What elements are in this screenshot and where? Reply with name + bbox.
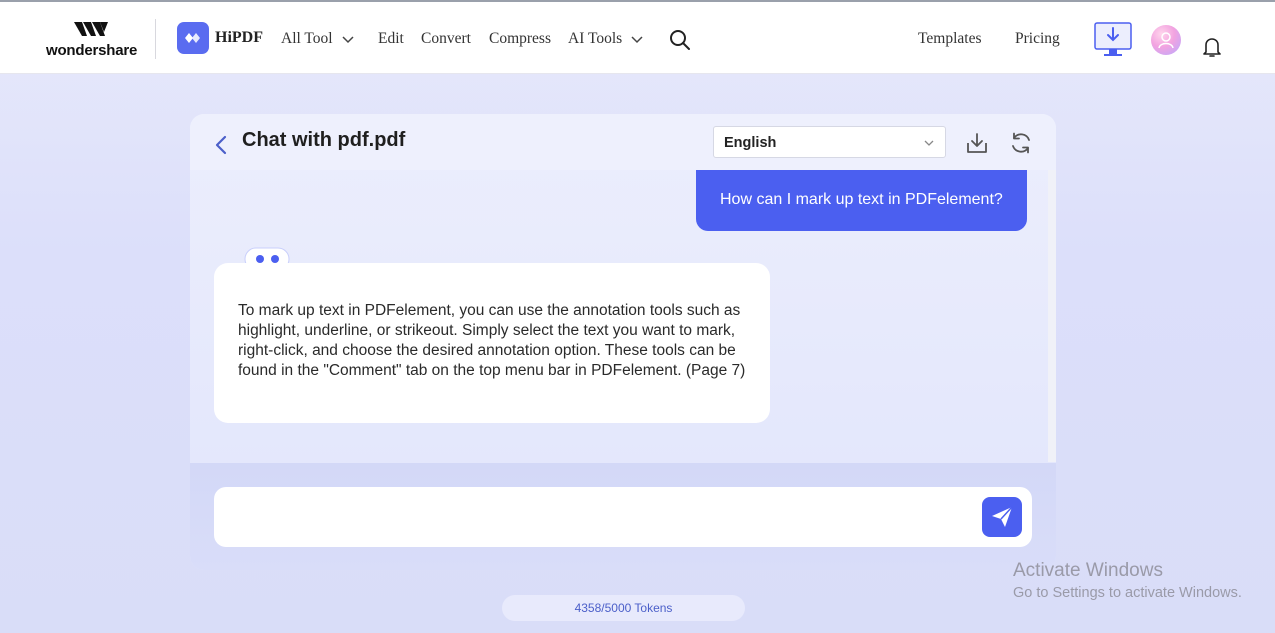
nav-convert-label: Convert <box>421 30 471 47</box>
wondershare-wordmark: wondershare <box>46 42 138 59</box>
nav-ai-tools-label: AI Tools <box>568 30 623 47</box>
back-arrow-icon[interactable] <box>210 133 232 157</box>
nav-convert[interactable]: Convert <box>421 30 471 48</box>
wondershare-logo-icon <box>74 22 108 36</box>
hipdf-brand-label[interactable]: HiPDF <box>215 29 263 47</box>
nav-compress-label: Compress <box>489 30 551 47</box>
language-selected-value: English <box>724 135 777 151</box>
download-icon[interactable] <box>965 131 989 155</box>
chat-title: Chat with pdf.pdf <box>242 129 406 151</box>
chevron-down-icon <box>924 140 934 146</box>
language-select[interactable]: English <box>713 126 946 158</box>
top-header: wondershare HiPDF All Tool Edit Convert … <box>0 2 1275 74</box>
send-button[interactable] <box>982 497 1022 537</box>
wondershare-logo[interactable]: wondershare <box>46 20 138 60</box>
search-icon[interactable] <box>669 29 691 51</box>
refresh-icon[interactable] <box>1009 131 1033 155</box>
token-counter: 4358/5000 Tokens <box>502 595 745 621</box>
chat-scrollbar[interactable] <box>1048 170 1056 462</box>
chevron-down-icon <box>631 36 643 44</box>
nav-edit[interactable]: Edit <box>378 30 404 48</box>
chat-panel: Chat with pdf.pdf English How can I mark… <box>190 114 1056 570</box>
nav-edit-label: Edit <box>378 30 404 47</box>
user-message: How can I mark up text in PDFelement? <box>696 170 1027 231</box>
nav-all-tool-label: All Tool <box>281 30 333 47</box>
hipdf-logo-icon[interactable] <box>177 22 209 54</box>
nav-all-tool[interactable]: All Tool <box>281 30 355 48</box>
chevron-down-icon <box>342 36 354 44</box>
nav-templates-label: Templates <box>918 30 982 47</box>
bell-icon[interactable] <box>1201 36 1223 58</box>
nav-pricing-label: Pricing <box>1015 30 1060 47</box>
watermark-subtitle: Go to Settings to activate Windows. <box>1013 585 1242 601</box>
watermark-title: Activate Windows <box>1013 560 1163 581</box>
nav-compress[interactable]: Compress <box>489 30 551 48</box>
nav-ai-tools[interactable]: AI Tools <box>568 30 644 48</box>
assistant-message: To mark up text in PDFelement, you can u… <box>214 263 770 423</box>
header-divider <box>155 19 156 59</box>
chat-input[interactable] <box>214 487 1032 547</box>
nav-templates[interactable]: Templates <box>918 30 981 48</box>
send-icon <box>992 506 1013 527</box>
windows-activation-watermark: Activate Windows Go to Settings to activ… <box>1013 560 1242 601</box>
avatar-icon[interactable] <box>1151 25 1181 55</box>
nav-pricing[interactable]: Pricing <box>1015 30 1060 48</box>
desktop-download-icon[interactable] <box>1093 22 1133 58</box>
